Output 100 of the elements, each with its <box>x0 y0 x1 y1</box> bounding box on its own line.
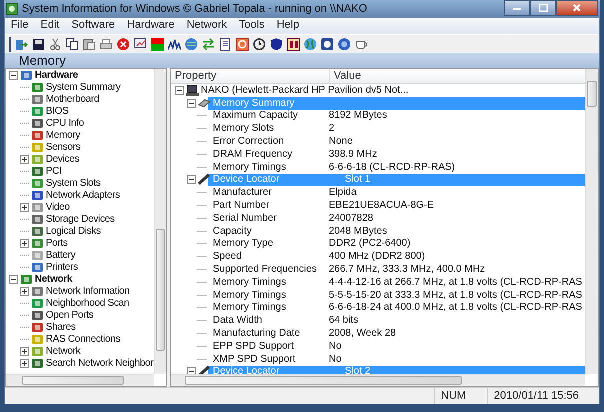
tree-item[interactable]: Devices <box>46 154 80 164</box>
tree-item[interactable]: Storage Devices <box>46 214 115 224</box>
menu-item[interactable]: Software <box>66 18 122 34</box>
tree-item[interactable]: Sensors <box>46 142 81 152</box>
property-label: Speed <box>213 251 242 262</box>
tree-item[interactable]: NAKO (Hewlett-Packard HP Pavilion dv5 Not... <box>201 84 409 96</box>
save-icon[interactable] <box>32 38 45 50</box>
column-header[interactable]: Property <box>171 69 330 83</box>
property-label: Memory Timings <box>213 276 286 288</box>
tree-item[interactable]: Ports <box>46 238 68 248</box>
tree-item[interactable]: Neighborhood Scan <box>46 298 130 308</box>
chip-icon <box>31 154 44 164</box>
tree-item[interactable]: Open Ports <box>46 310 94 320</box>
tree-item[interactable]: RAS Connections <box>46 334 120 344</box>
chip-icon <box>31 250 44 260</box>
collapse-toggle[interactable] <box>9 274 18 284</box>
property-label: Memory Type <box>213 238 274 250</box>
maximize-button[interactable] <box>530 0 556 16</box>
chip-icon <box>31 190 44 200</box>
tree-item[interactable]: Memory <box>46 130 80 140</box>
property-value: 6-6-6-18-24 at 400.0 MHz, at 1.8 volts (CL-RCD-RP-RAS <box>329 302 582 314</box>
scrollbar[interactable] <box>154 69 166 374</box>
collapse-toggle[interactable] <box>187 98 196 108</box>
tree-item[interactable]: Search Network Neighbor <box>46 358 154 368</box>
collapse-toggle[interactable] <box>187 175 196 184</box>
chip-icon <box>31 94 44 104</box>
property-label: DRAM Frequency <box>213 148 292 160</box>
section-title: Memory <box>5 53 599 68</box>
copy-icon[interactable] <box>66 38 79 50</box>
expand-toggle[interactable] <box>20 286 29 296</box>
tree-item[interactable]: Logical Disks <box>46 226 102 236</box>
tree-item[interactable]: CPU Info <box>46 118 84 128</box>
tree-item[interactable]: Network Adapters <box>46 190 120 200</box>
printer-icon[interactable] <box>100 38 113 50</box>
tree-item[interactable]: Shares <box>46 322 76 332</box>
property-label: Maximum Capacity <box>213 110 298 122</box>
property-label: Serial Number <box>213 212 277 224</box>
expand-toggle[interactable] <box>20 202 29 212</box>
window-title: System Information for Windows © Gabriel Topala - running on \\NAKO <box>22 3 368 15</box>
tree-item[interactable]: System Slots <box>46 178 101 188</box>
globe-icon[interactable] <box>185 38 198 50</box>
tree-item[interactable]: Video <box>46 202 70 212</box>
tree-item[interactable]: BIOS <box>46 106 69 116</box>
paste-icon[interactable] <box>83 38 96 50</box>
menu-item[interactable]: Edit <box>34 18 66 34</box>
shield-icon[interactable] <box>270 38 283 50</box>
scrollbar[interactable] <box>6 374 154 386</box>
menu-item[interactable]: File <box>5 18 35 34</box>
minimize-button[interactable] <box>504 0 530 16</box>
clock-icon[interactable] <box>253 38 266 50</box>
tree-item[interactable]: Printers <box>46 262 78 272</box>
globe-icon[interactable] <box>304 38 317 50</box>
expand-toggle[interactable] <box>20 346 29 356</box>
property-value: 8192 MBytes <box>329 110 388 122</box>
collapse-toggle[interactable] <box>175 86 184 95</box>
tree-item[interactable]: System Summary <box>46 82 121 92</box>
menu-item[interactable]: Tools <box>233 18 271 34</box>
property-value: 64 bits <box>329 315 358 326</box>
property-label: Memory Timings <box>213 302 286 314</box>
monitor-icon[interactable] <box>134 38 147 50</box>
scrollbar[interactable] <box>585 69 598 374</box>
tree-item[interactable]: Network Information <box>46 286 130 296</box>
menu-item[interactable]: Network <box>180 18 234 34</box>
power-icon[interactable] <box>236 38 249 50</box>
property-label: Capacity <box>213 226 252 237</box>
document-icon[interactable] <box>219 38 232 50</box>
tree-item[interactable]: Hardware <box>35 70 78 80</box>
minimize-icon <box>513 5 521 11</box>
stop-icon[interactable] <box>117 38 130 50</box>
property-label: Memory Slots <box>213 123 274 134</box>
chip-icon <box>31 358 44 368</box>
chip-icon <box>31 334 44 344</box>
expand-toggle[interactable] <box>20 238 29 248</box>
memory-module-icon <box>198 98 211 109</box>
tree-item[interactable]: Network <box>35 274 72 284</box>
tree-item[interactable]: Motherboard <box>46 94 100 104</box>
menu-item[interactable]: Help <box>270 18 306 34</box>
maximize-icon <box>538 4 548 12</box>
color-block-icon[interactable] <box>151 38 164 50</box>
tree-item[interactable]: PCI <box>46 166 62 176</box>
arrows-icon[interactable] <box>202 38 215 50</box>
close-button[interactable] <box>556 0 598 16</box>
cut-icon[interactable] <box>49 38 62 50</box>
collapse-toggle[interactable] <box>187 367 196 374</box>
chart-icon[interactable] <box>168 38 181 50</box>
column-header[interactable]: Value <box>330 69 366 83</box>
property-label: Data Width <box>213 315 262 326</box>
property-value: 4-4-4-12-16 at 266.7 MHz, at 1.8 volts (CL-RCD-RP-RAS <box>329 276 582 288</box>
property-label: Memory Timings <box>213 162 286 173</box>
tree-item[interactable]: Network <box>46 346 81 356</box>
board-icon[interactable] <box>287 38 300 50</box>
collapse-toggle[interactable] <box>9 70 18 80</box>
property-value: DDR2 (PC2-6400) <box>329 238 411 250</box>
menu-item[interactable]: Hardware <box>121 18 181 34</box>
tree-item[interactable]: Battery <box>46 250 76 260</box>
expand-toggle[interactable] <box>20 358 29 368</box>
expand-toggle[interactable] <box>20 154 29 164</box>
exit-icon[interactable] <box>15 38 28 50</box>
chip-icon <box>31 310 44 320</box>
scrollbar[interactable] <box>171 374 585 386</box>
